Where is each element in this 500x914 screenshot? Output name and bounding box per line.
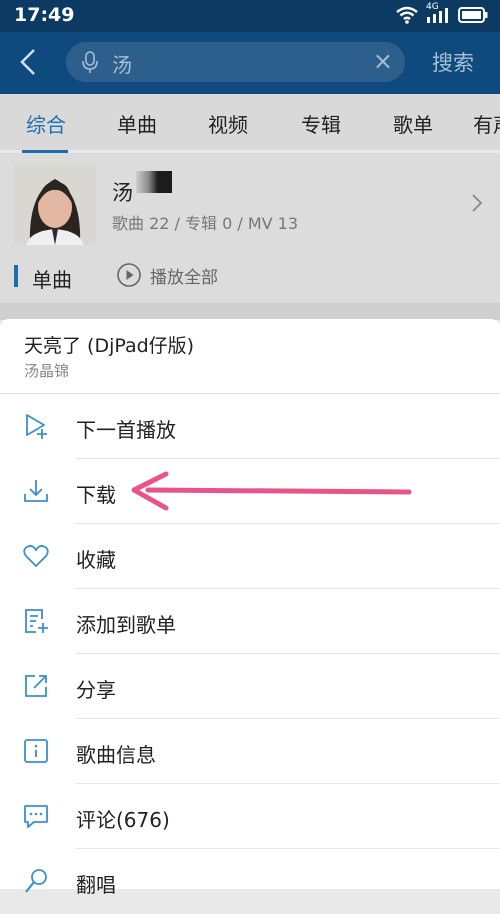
name-redaction <box>136 171 172 193</box>
songs-title: 单曲 <box>32 268 72 292</box>
play-circle-icon <box>117 263 141 287</box>
status-icons: 4G <box>396 2 488 25</box>
menu-item-favorite[interactable]: 收藏 <box>0 524 500 589</box>
chevron-right-icon[interactable] <box>470 193 484 213</box>
tab-songs[interactable]: 单曲 <box>117 109 157 138</box>
comment-icon <box>24 805 48 828</box>
play-all-label: 播放全部 <box>150 267 218 288</box>
search-field[interactable]: 汤 × <box>66 42 405 82</box>
artist-card[interactable]: 汤 歌曲 22 / 专辑 0 / MV 13 <box>0 153 500 251</box>
tab-albums[interactable]: 专辑 <box>301 109 341 138</box>
menu-item-song-info[interactable]: 歌曲信息 <box>0 719 500 784</box>
menu-label-cover: 翻唱 <box>76 873 116 897</box>
tab-videos[interactable]: 视频 <box>208 109 248 138</box>
menu-item-play-next[interactable]: 下一首播放 <box>0 394 500 459</box>
song-actions-sheet: 天亮了 (DjPad仔版) 汤晶锦 下一首播放 下载 收藏 添加到歌单 分享 歌… <box>0 319 500 897</box>
search-tabs: 综合 单曲 视频 专辑 歌单 有声 <box>0 94 500 150</box>
artist-name: 汤 <box>112 181 133 205</box>
share-icon <box>25 675 47 697</box>
tab-playlists[interactable]: 歌单 <box>393 109 433 138</box>
add-to-playlist-icon <box>25 609 48 633</box>
menu-item-add-to-playlist[interactable]: 添加到歌单 <box>0 589 500 654</box>
songs-header: 单曲 播放全部 <box>0 251 500 303</box>
tab-audio[interactable]: 有声 <box>473 109 500 138</box>
menu-item-cover[interactable]: 翻唱 <box>0 849 500 914</box>
heart-icon <box>23 545 49 568</box>
song-artist: 汤晶锦 <box>24 362 70 380</box>
annotation-arrow <box>131 471 412 511</box>
menu-label-share: 分享 <box>76 678 116 702</box>
menu-label-favorite: 收藏 <box>76 548 116 572</box>
info-icon <box>24 739 48 763</box>
signal-icon: 4G <box>426 2 450 25</box>
menu-label-add-to-playlist: 添加到歌单 <box>76 613 176 637</box>
battery-icon <box>458 7 488 23</box>
status-bar: 17:49 4G <box>0 0 500 32</box>
menu-label-comments: 评论(676) <box>76 808 170 832</box>
section-marker <box>14 265 18 287</box>
search-query[interactable]: 汤 <box>112 49 132 78</box>
search-button[interactable]: 搜索 <box>432 47 474 77</box>
back-icon[interactable] <box>12 44 48 80</box>
clear-icon[interactable]: × <box>373 49 393 73</box>
status-time: 17:49 <box>14 4 75 26</box>
network-type-label: 4G <box>426 2 439 12</box>
menu-label-song-info: 歌曲信息 <box>76 743 156 767</box>
song-title: 天亮了 (DjPad仔版) <box>24 335 195 357</box>
play-all-button[interactable]: 播放全部 <box>116 262 218 288</box>
microphone-icon <box>25 869 47 893</box>
artist-stats: 歌曲 22 / 专辑 0 / MV 13 <box>112 214 299 233</box>
app-bar: 汤 × 搜索 <box>0 32 500 94</box>
menu-label-play-next: 下一首播放 <box>76 418 176 442</box>
menu-item-comments[interactable]: 评论(676) <box>0 784 500 849</box>
menu-item-share[interactable]: 分享 <box>0 654 500 719</box>
menu-label-download: 下载 <box>76 483 116 507</box>
play-next-icon <box>26 414 47 439</box>
microphone-icon[interactable] <box>78 50 102 74</box>
download-icon <box>24 480 48 502</box>
dim-overlay <box>0 303 500 320</box>
avatar <box>14 163 96 245</box>
tab-overview[interactable]: 综合 <box>26 109 66 138</box>
wifi-icon <box>396 6 418 24</box>
